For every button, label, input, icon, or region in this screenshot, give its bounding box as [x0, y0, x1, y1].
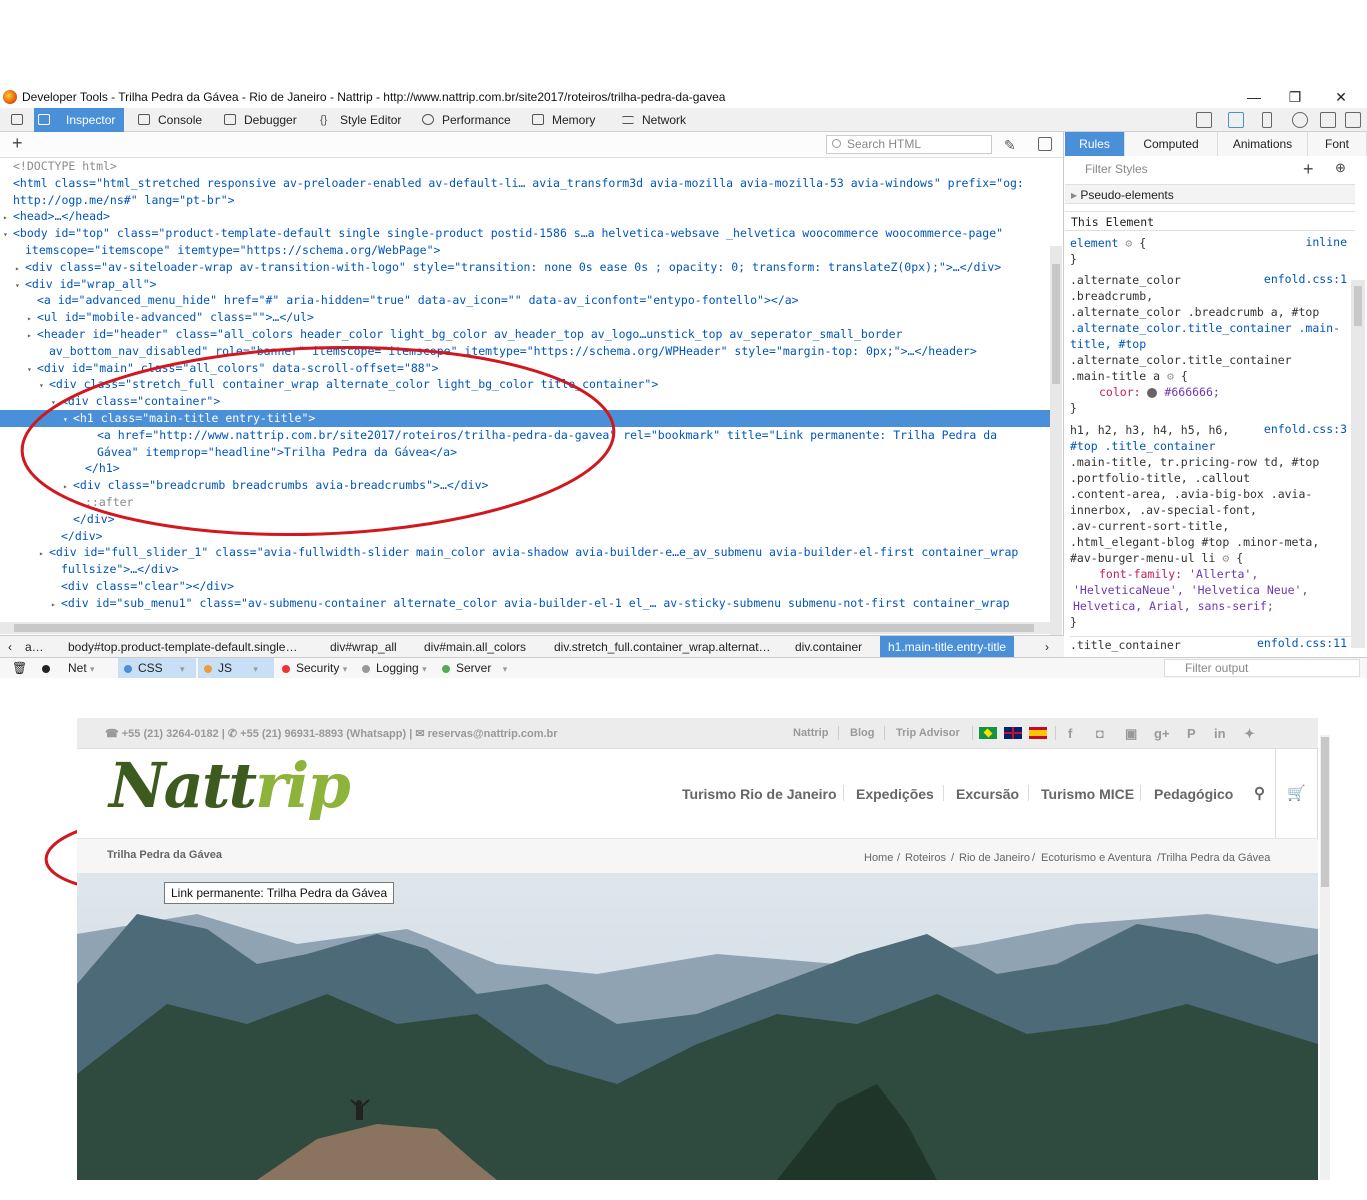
linkedin-icon[interactable]: in: [1214, 726, 1226, 741]
contact-info: ☎ +55 (21) 3264-0182 | ✆ +55 (21) 96931-…: [105, 728, 558, 740]
mountain-landscape: [77, 874, 1318, 1180]
nav-pedagogico[interactable]: Pedagógico: [1154, 786, 1233, 802]
annotation-ellipse-code: [20, 345, 616, 537]
breadcrumb-sep: /: [897, 852, 901, 864]
googleplus-icon[interactable]: g+: [1154, 726, 1170, 741]
twitter-icon[interactable]: ✦: [1244, 726, 1255, 742]
breadcrumb-sep: /: [951, 852, 955, 864]
breadcrumb-home[interactable]: Home: [864, 852, 893, 864]
divider: [1028, 785, 1029, 801]
nattrip-logo[interactable]: Nattrip: [109, 749, 351, 822]
divider: [943, 785, 944, 801]
divider: [838, 726, 839, 740]
divider: [1140, 785, 1141, 801]
search-icon[interactable]: ⚲: [1254, 784, 1265, 802]
flag-spain-icon[interactable]: [1029, 727, 1047, 739]
breadcrumb-current: /Trilha Pedra da Gávea: [1157, 852, 1271, 864]
breadcrumb-rio[interactable]: Rio de Janeiro: [959, 852, 1030, 864]
flag-brazil-icon[interactable]: [979, 727, 997, 739]
pinterest-icon[interactable]: P: [1187, 726, 1196, 741]
flag-uk-icon[interactable]: [1004, 727, 1022, 739]
cart-icon[interactable]: 🛒: [1275, 749, 1318, 838]
website-preview: ☎ +55 (21) 3264-0182 | ✆ +55 (21) 96931-…: [77, 718, 1318, 1180]
nav-turismo-rio[interactable]: Turismo Rio de Janeiro: [682, 786, 837, 802]
site-header: Nattrip Turismo Rio de Janeiro Expediçõe…: [77, 749, 1318, 838]
page-title-bar: Trilha Pedra da Gávea Home / Roteiros / …: [77, 838, 1318, 874]
scroll-thumb[interactable]: [1321, 737, 1329, 887]
breadcrumb-roteiros[interactable]: Roteiros: [905, 852, 946, 864]
youtube-icon[interactable]: ▣: [1125, 726, 1137, 742]
nav-expedicoes[interactable]: Expedições: [856, 786, 934, 802]
site-scrollbar[interactable]: [1320, 735, 1330, 1180]
divider: [972, 726, 973, 740]
toplink-tripadvisor[interactable]: Trip Advisor: [896, 727, 960, 739]
toplink-nattrip[interactable]: Nattrip: [793, 727, 828, 739]
divider: [884, 726, 885, 740]
breadcrumb-sep: /: [1032, 852, 1036, 864]
logo-part: Natt: [109, 749, 257, 822]
hero-image: [77, 874, 1318, 1180]
divider: [843, 785, 844, 801]
instagram-icon[interactable]: ◘: [1096, 726, 1104, 741]
site-topbar: ☎ +55 (21) 3264-0182 | ✆ +55 (21) 96931-…: [77, 718, 1318, 749]
divider: [1055, 726, 1056, 740]
toplink-blog[interactable]: Blog: [850, 727, 874, 739]
nav-excursao[interactable]: Excursão: [956, 786, 1019, 802]
breadcrumb-ecoturismo[interactable]: Ecoturismo e Aventura: [1041, 852, 1151, 864]
link-tooltip: Link permanente: Trilha Pedra da Gávea: [164, 882, 395, 904]
nav-turismo-mice[interactable]: Turismo MICE: [1041, 786, 1134, 802]
facebook-icon[interactable]: f: [1068, 726, 1072, 741]
logo-part: rip: [255, 749, 351, 822]
page-title[interactable]: Trilha Pedra da Gávea: [107, 849, 222, 861]
